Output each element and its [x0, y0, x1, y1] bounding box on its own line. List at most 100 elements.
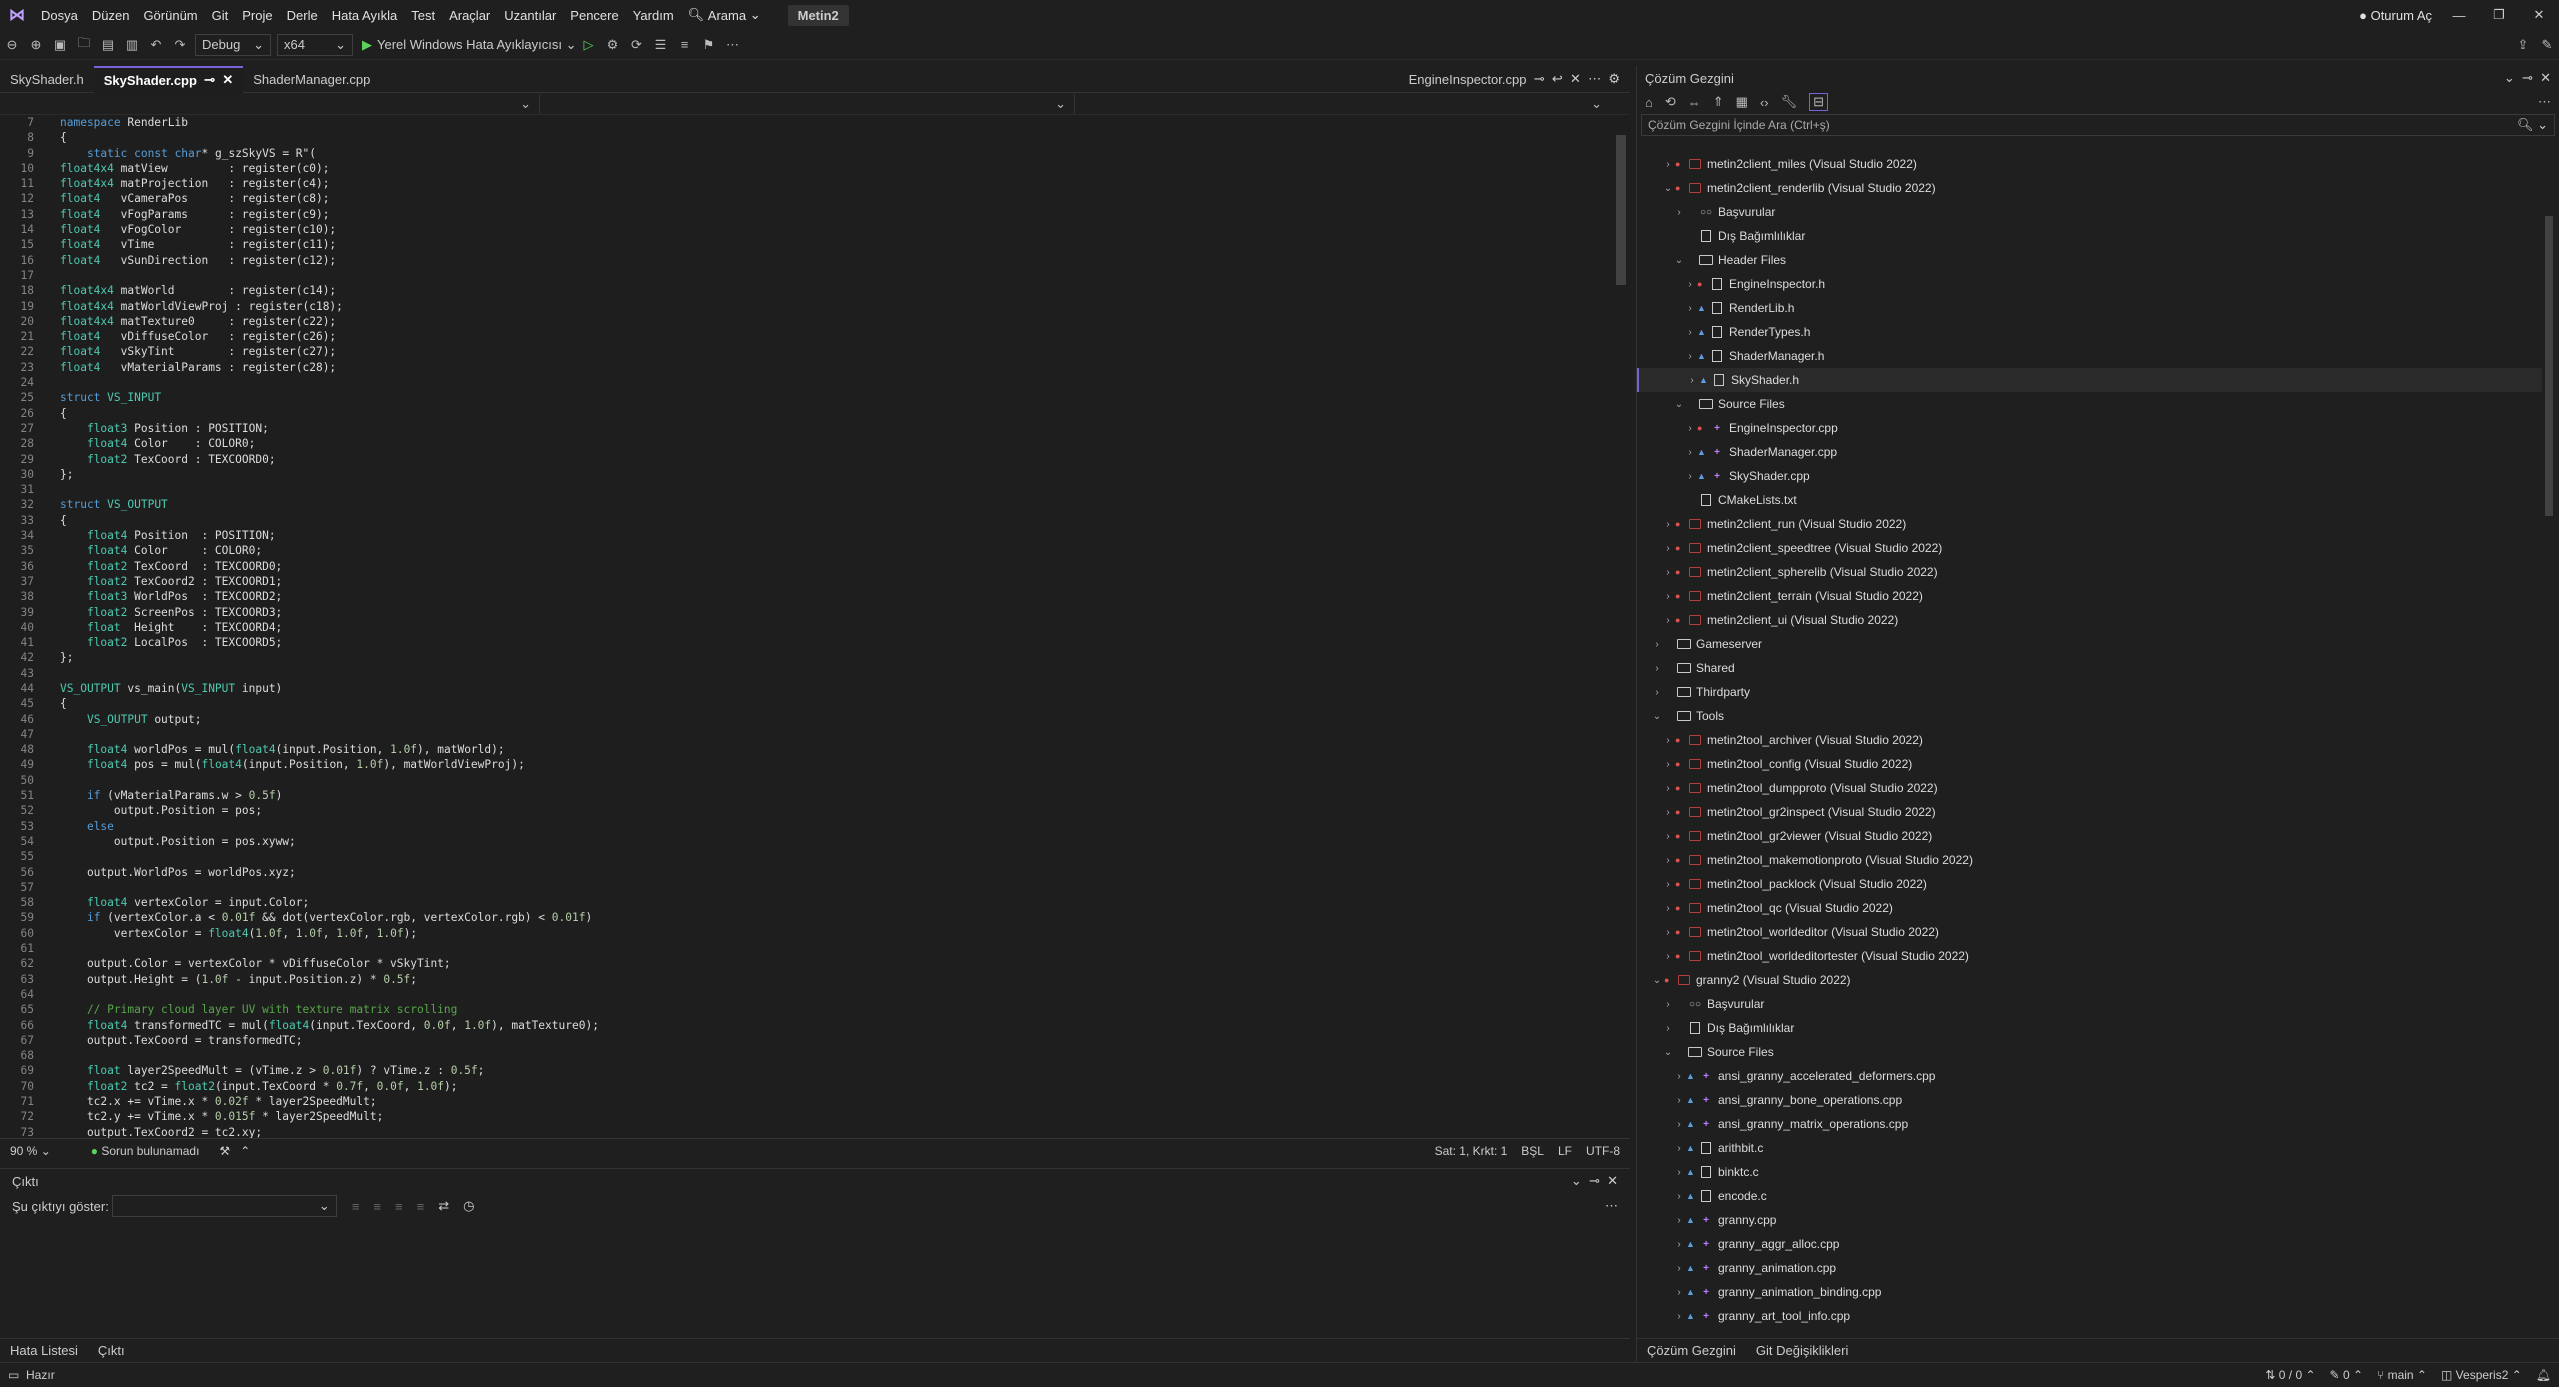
- hot-reload-icon[interactable]: ⟳: [625, 33, 649, 57]
- chevron-up-icon[interactable]: ⌃: [240, 1144, 250, 1158]
- chevron-right-icon[interactable]: ›: [1661, 879, 1675, 890]
- tree-item[interactable]: › ▲ ShaderManager.h: [1637, 344, 2542, 368]
- changes-count[interactable]: 0: [2343, 1368, 2350, 1382]
- output-source-select[interactable]: ⌄: [111, 1195, 337, 1217]
- tree-item[interactable]: › ▲ + granny_animation_binding.cpp: [1637, 1280, 2542, 1304]
- tab-shadermanager-cpp[interactable]: ShaderManager.cpp: [243, 66, 380, 93]
- code-line[interactable]: 53 else: [0, 819, 1612, 834]
- attach-icon[interactable]: ⚙︎: [601, 33, 625, 57]
- insert-mode[interactable]: BŞL: [1521, 1144, 1544, 1158]
- menu-item[interactable]: Git: [205, 0, 236, 30]
- new-project-icon[interactable]: ▣: [48, 33, 72, 57]
- code-line[interactable]: 64: [0, 987, 1612, 1002]
- home-icon[interactable]: ⌂: [1645, 95, 1653, 110]
- clear-all-icon[interactable]: ≡: [417, 1199, 425, 1214]
- restore-button[interactable]: ❐: [2479, 0, 2519, 30]
- code-line[interactable]: 8{: [0, 130, 1612, 145]
- tree-item[interactable]: › ● metin2tool_gr2inspect (Visual Studio 2…: [1637, 800, 2542, 824]
- tree-item[interactable]: ⌄ Source Files: [1637, 1040, 2542, 1064]
- tree-item[interactable]: › Shared: [1637, 656, 2542, 680]
- tab-solution-explorer[interactable]: Çözüm Gezgini: [1637, 1339, 1746, 1363]
- chevron-right-icon[interactable]: ›: [1650, 687, 1664, 698]
- chevron-down-icon[interactable]: ⌄: [1672, 255, 1686, 266]
- tree-item[interactable]: ⌄ ● granny2 (Visual Studio 2022): [1637, 968, 2542, 992]
- code-line[interactable]: 63 output.Height = (1.0f - input.Positio…: [0, 972, 1612, 987]
- tab-error-list[interactable]: Hata Listesi: [0, 1339, 88, 1363]
- code-line[interactable]: 51 if (vMaterialParams.w > 0.5f): [0, 788, 1612, 803]
- menu-item[interactable]: Test: [404, 0, 442, 30]
- code-line[interactable]: 13 float4 vFogParams : register(c9);: [0, 207, 1612, 222]
- signin-button[interactable]: ● Oturum Aç: [2352, 0, 2439, 30]
- code-line[interactable]: 19 float4x4 matWorldViewProj : register(c…: [0, 299, 1612, 314]
- minimize-button[interactable]: —: [2439, 0, 2479, 30]
- tree-item[interactable]: › ▲ + ansi_granny_matrix_operations.cpp: [1637, 1112, 2542, 1136]
- menu-item[interactable]: Dosya: [34, 0, 85, 30]
- code-line[interactable]: 68: [0, 1048, 1612, 1063]
- tree-item[interactable]: › ▲ SkyShader.h: [1637, 368, 2542, 392]
- repository-name[interactable]: Vesperis2: [2456, 1368, 2509, 1382]
- code-line[interactable]: 23 float4 vMaterialParams : register(c28)…: [0, 360, 1612, 375]
- tree-item[interactable]: › ▲ + granny_aggr_alloc.cpp: [1637, 1232, 2542, 1256]
- chevron-right-icon[interactable]: ›: [1672, 1287, 1686, 1298]
- tree-item[interactable]: › ○○ Başvurular: [1637, 200, 2542, 224]
- properties-icon[interactable]: 🔧︎: [1781, 94, 1798, 110]
- tree-item[interactable]: › ● metin2tool_config (Visual Studio 2022): [1637, 752, 2542, 776]
- clock-icon[interactable]: ◷: [463, 1198, 474, 1214]
- chevron-right-icon[interactable]: ›: [1672, 1239, 1686, 1250]
- code-line[interactable]: 58 float4 vertexColor = input.Color;: [0, 895, 1612, 910]
- pin-icon[interactable]: ⊸: [204, 72, 215, 88]
- menu-item[interactable]: Derle: [280, 0, 325, 30]
- chevron-right-icon[interactable]: ›: [1661, 783, 1675, 794]
- tree-item[interactable]: ⌄ Header Files: [1637, 248, 2542, 272]
- tree-item[interactable]: › ▲ binktc.c: [1637, 1160, 2542, 1184]
- code-line[interactable]: 20 float4x4 matTexture0 : register(c22);: [0, 314, 1612, 329]
- menu-item[interactable]: Yardım: [626, 0, 681, 30]
- chevron-right-icon[interactable]: ›: [1672, 1095, 1686, 1106]
- code-line[interactable]: 57: [0, 880, 1612, 895]
- chevron-right-icon[interactable]: ›: [1661, 999, 1675, 1010]
- back-icon[interactable]: ⊖: [0, 33, 24, 57]
- tree-item[interactable]: › ▲ + ShaderManager.cpp: [1637, 440, 2542, 464]
- back-icon[interactable]: ↩: [1552, 71, 1563, 87]
- tree-scrollbar-thumb[interactable]: [2545, 216, 2553, 516]
- tree-item[interactable]: › ● metin2client_miles (Visual Studio 2022…: [1637, 152, 2542, 176]
- code-line[interactable]: 44 VS_OUTPUT vs_main(VS_INPUT input): [0, 681, 1612, 696]
- chevron-right-icon[interactable]: ›: [1683, 471, 1697, 482]
- chevron-right-icon[interactable]: ›: [1661, 759, 1675, 770]
- tree-item[interactable]: › ▲ + granny_art_tool_info.cpp: [1637, 1304, 2542, 1328]
- code-line[interactable]: 9 static const char* g_szSkyVS = R"(: [0, 146, 1612, 161]
- close-icon[interactable]: ✕: [1607, 1173, 1618, 1188]
- redo-icon[interactable]: ↷: [168, 33, 192, 57]
- tree-item[interactable]: › ▲ RenderLib.h: [1637, 296, 2542, 320]
- configuration-select[interactable]: Debug ⌄: [195, 33, 271, 56]
- type-scope-select[interactable]: ⌄: [540, 93, 1075, 114]
- code-line[interactable]: 24: [0, 375, 1612, 390]
- cursor-position[interactable]: Sat: 1, Krkt: 1: [1435, 1144, 1508, 1158]
- tree-item[interactable]: › ▲ + granny.cpp: [1637, 1208, 2542, 1232]
- chevron-right-icon[interactable]: ›: [1661, 519, 1675, 530]
- code-line[interactable]: 73 output.TexCoord2 = tc2.xy;: [0, 1125, 1612, 1138]
- code-line[interactable]: 11 float4x4 matProjection : register(c4);: [0, 176, 1612, 191]
- tree-item[interactable]: › ● metin2client_run (Visual Studio 2022): [1637, 512, 2542, 536]
- tree-item[interactable]: › ● metin2client_speedtree (Visual Studio …: [1637, 536, 2542, 560]
- tree-item[interactable]: › ● metin2tool_dumpproto (Visual Studio 20…: [1637, 776, 2542, 800]
- code-line[interactable]: 41 float2 LocalPos : TEXCOORD5;: [0, 635, 1612, 650]
- code-line[interactable]: 59 if (vertexColor.a < 0.01f && dot(vert…: [0, 910, 1612, 925]
- code-line[interactable]: 15 float4 vTime : register(c11);: [0, 237, 1612, 252]
- code-line[interactable]: 28 float4 Color : COLOR0;: [0, 436, 1612, 451]
- tree-item[interactable]: › ▲ + granny_animation.cpp: [1637, 1256, 2542, 1280]
- tree-item[interactable]: › ▲ arithbit.c: [1637, 1136, 2542, 1160]
- tree-item[interactable]: › ● metin2tool_gr2viewer (Visual Studio 20…: [1637, 824, 2542, 848]
- tree-item[interactable]: › ▲ encode.c: [1637, 1184, 2542, 1208]
- tree-item[interactable]: ⌄ Tools: [1637, 704, 2542, 728]
- chevron-right-icon[interactable]: ›: [1683, 303, 1697, 314]
- chevron-down-icon[interactable]: ⌄: [2504, 70, 2515, 85]
- tree-item[interactable]: › ● metin2tool_worldeditor (Visual Studio …: [1637, 920, 2542, 944]
- pin-icon[interactable]: ⊸: [1534, 71, 1545, 87]
- chevron-right-icon[interactable]: ›: [1650, 663, 1664, 674]
- code-line[interactable]: 54 output.Position = pos.xyww;: [0, 834, 1612, 849]
- chevron-right-icon[interactable]: ›: [1661, 903, 1675, 914]
- live-share-icon[interactable]: ⇪: [2511, 33, 2535, 57]
- solution-search-input[interactable]: Çözüm Gezgini İçinde Ara (Ctrl+ş) 🔍︎ ⌄: [1641, 114, 2555, 136]
- code-line[interactable]: 21 float4 vDiffuseColor : register(c26);: [0, 329, 1612, 344]
